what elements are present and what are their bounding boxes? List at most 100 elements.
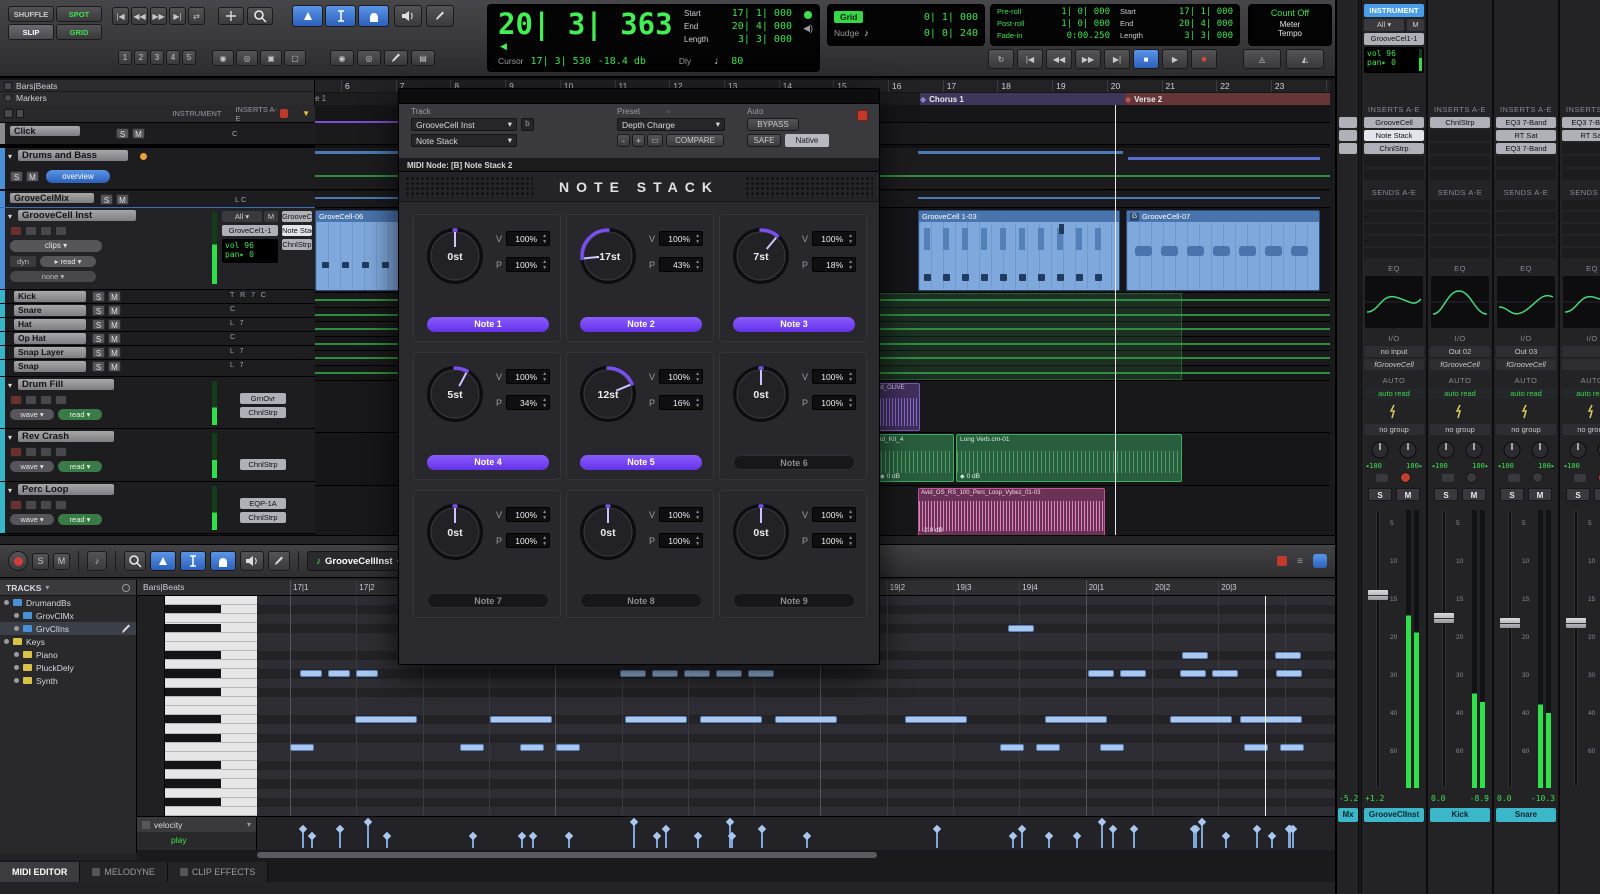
send-slot-empty-1[interactable] xyxy=(1430,212,1490,222)
record-arm-icon[interactable] xyxy=(10,226,22,236)
bar-number-23[interactable]: 23 xyxy=(1275,81,1284,91)
spinner-value[interactable]: 100%▲▼ xyxy=(812,533,856,548)
piano-key[interactable] xyxy=(165,624,257,633)
partial-marker[interactable]: e 1 xyxy=(315,94,326,103)
midi-note[interactable] xyxy=(356,670,378,677)
spinner-value[interactable]: 100%▲▼ xyxy=(506,231,550,246)
sends-header[interactable]: SENDS A-E xyxy=(1560,188,1600,197)
insert-slot-2[interactable]: ChnlStrp xyxy=(1364,143,1424,154)
track-name-snap[interactable]: Snap xyxy=(14,361,86,372)
spinner-value[interactable]: 100%▲▼ xyxy=(659,231,703,246)
auto-mode-select[interactable]: auto read xyxy=(1430,388,1490,399)
send-slot-empty-3[interactable] xyxy=(1430,236,1490,246)
mode-slip[interactable]: SLIP xyxy=(8,24,54,40)
midi-track-item-drumandbs[interactable]: DrumandBs xyxy=(0,596,136,609)
midi-ruler-label[interactable]: Bars|Beats xyxy=(143,582,184,592)
velocity-stem[interactable] xyxy=(1021,829,1023,848)
record-arm-button[interactable] xyxy=(1466,472,1477,483)
spinner-value[interactable]: 100%▲▼ xyxy=(659,507,703,522)
sel-value[interactable]: 3| 3| 000 xyxy=(738,34,792,45)
track-dot-icon[interactable] xyxy=(14,652,19,657)
midi-mute-button[interactable]: M xyxy=(1407,19,1424,31)
volume-readout[interactable]: 0.0 xyxy=(1497,794,1511,803)
record-arm-button[interactable] xyxy=(1400,472,1411,483)
velocity-stem[interactable] xyxy=(302,829,304,848)
group-select[interactable]: no group xyxy=(1430,424,1490,435)
lcd-row-fade-in[interactable]: Fade-in0:00.250 xyxy=(997,31,1110,43)
auto-mode-select[interactable]: auto read xyxy=(1496,388,1556,399)
track-dot-icon[interactable] xyxy=(14,613,19,618)
group-select[interactable]: no group xyxy=(1496,424,1556,435)
piano-key[interactable] xyxy=(165,688,257,697)
auto-header[interactable]: AUTO xyxy=(1560,376,1600,385)
midi-trim-tool[interactable] xyxy=(150,551,176,571)
track-name-drums-and-bass[interactable]: Drums and Bass xyxy=(18,150,128,161)
go-to-end-button[interactable]: ▶| xyxy=(169,7,186,25)
send-slot-empty-3[interactable] xyxy=(1496,236,1556,246)
track-name-click[interactable]: Click xyxy=(10,126,80,136)
auto-header[interactable]: AUTO xyxy=(1362,376,1426,385)
elastic-audio-icon[interactable] xyxy=(1454,404,1466,420)
midi-note[interactable] xyxy=(1276,670,1302,677)
strip-vol-readout[interactable]: vol 96 xyxy=(1367,49,1421,58)
click-solo-button[interactable]: S xyxy=(116,128,129,139)
velocity-stem[interactable] xyxy=(656,836,658,848)
eq-header[interactable]: EQ xyxy=(1494,264,1558,273)
mix-solo-button[interactable]: S xyxy=(100,194,113,205)
mute-button[interactable]: M xyxy=(1528,488,1552,501)
velocity-stem[interactable] xyxy=(1201,822,1203,848)
spinner-arrows-icon[interactable]: ▲▼ xyxy=(848,509,853,521)
midi-mute-button[interactable]: M xyxy=(53,553,70,570)
inserts-header[interactable]: INSERTS A-E xyxy=(1494,105,1558,114)
black-key[interactable] xyxy=(165,605,221,613)
plugin-slot-letter[interactable]: b xyxy=(521,118,534,131)
nudge-value[interactable]: 0| 0| 240 xyxy=(924,28,978,39)
track-name-rev-crash[interactable]: Rev Crash xyxy=(18,431,114,442)
track-name-snap-layer[interactable]: Snap Layer xyxy=(14,347,86,358)
fader-thumb[interactable] xyxy=(1499,617,1521,629)
spinner-value[interactable]: 100%▲▼ xyxy=(659,533,703,548)
pan-readout-right[interactable]: 100▸ xyxy=(1538,462,1555,470)
piano-key[interactable] xyxy=(165,724,257,733)
drum-solo-button[interactable]: S xyxy=(92,347,105,358)
sends-header[interactable]: SENDS A-E xyxy=(1428,188,1492,197)
spinner-arrows-icon[interactable]: ▲▼ xyxy=(695,397,700,409)
inst-read-select[interactable]: ▸ read ▾ xyxy=(40,256,96,267)
safe-button[interactable]: SAFE xyxy=(747,134,781,147)
eq-graph[interactable] xyxy=(1497,276,1555,328)
midi-note[interactable] xyxy=(1008,625,1034,632)
memory-2[interactable]: 2 xyxy=(134,50,148,65)
drum-mute-button[interactable]: M xyxy=(108,361,121,372)
black-key[interactable] xyxy=(165,779,221,787)
piano-key[interactable] xyxy=(165,706,257,715)
tempo-label[interactable]: Tempo xyxy=(1249,29,1331,38)
midi-track-item-synth[interactable]: Synth xyxy=(0,674,136,687)
input-select[interactable]: Out 03 xyxy=(1496,346,1556,357)
midi-hscrollbar[interactable] xyxy=(137,850,1335,860)
mute-button[interactable]: M xyxy=(1462,488,1486,501)
velocity-stem[interactable] xyxy=(697,836,699,848)
io-header[interactable]: I/O xyxy=(1362,334,1426,343)
midi-note[interactable] xyxy=(328,670,350,677)
midi-note[interactable] xyxy=(1280,744,1304,751)
piano-key[interactable] xyxy=(165,679,257,688)
lcd-row-post-roll[interactable]: Post-roll1| 0| 000 xyxy=(997,19,1110,31)
tracklist-menu-icon[interactable] xyxy=(4,109,13,118)
io-header[interactable]: I/O xyxy=(1560,334,1600,343)
send-slot-empty-0[interactable] xyxy=(1364,200,1424,210)
input-select[interactable] xyxy=(1562,346,1600,357)
eq-header[interactable]: EQ xyxy=(1428,264,1492,273)
note-label-2[interactable]: Note 2 xyxy=(580,317,702,332)
audio-clip-olive[interactable]: id_OLIVE xyxy=(876,383,920,431)
group-select[interactable]: no group xyxy=(1364,424,1424,435)
insert-slot-empty-4[interactable] xyxy=(1562,169,1600,180)
tempo-value[interactable]: 80 xyxy=(731,56,743,67)
piano-key[interactable] xyxy=(165,807,257,816)
grabber-tool-button[interactable] xyxy=(358,5,389,27)
record-arm-icon[interactable] xyxy=(10,500,22,510)
midi-note[interactable] xyxy=(460,744,484,751)
record-indicator[interactable] xyxy=(1508,474,1520,482)
go-to-start-button[interactable]: |◀ xyxy=(112,7,129,25)
insert-slot-empty-3[interactable] xyxy=(1430,156,1490,167)
pan-readout-left[interactable]: ◂100 xyxy=(1431,462,1448,470)
